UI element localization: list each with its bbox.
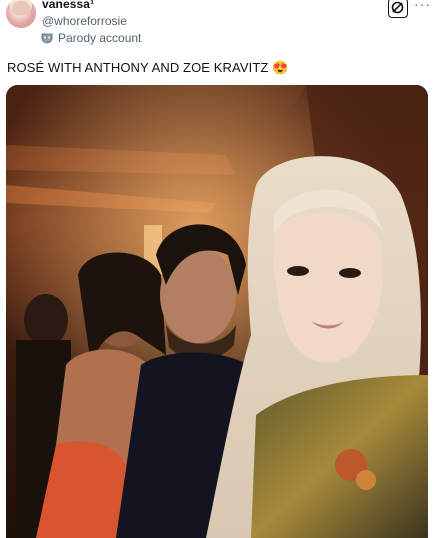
- mask-icon: [41, 33, 53, 43]
- display-name[interactable]: vanessa¹: [42, 0, 94, 11]
- grok-button[interactable]: [388, 0, 408, 18]
- post-text: ROSÉ WITH ANTHONY AND ZOE KRAVITZ 😍: [7, 60, 289, 75]
- more-icon[interactable]: ···: [414, 0, 431, 12]
- photo-illustration: [6, 85, 428, 538]
- parody-badge: Parody account: [41, 31, 141, 45]
- post-photo[interactable]: [6, 85, 428, 538]
- avatar[interactable]: [6, 0, 36, 28]
- post-header: vanessa¹ @whoreforrosie Parody account ·…: [0, 0, 434, 50]
- parody-label: Parody account: [58, 31, 142, 45]
- slash-circle-icon: [391, 1, 404, 14]
- handle[interactable]: @whoreforrosie: [42, 14, 127, 28]
